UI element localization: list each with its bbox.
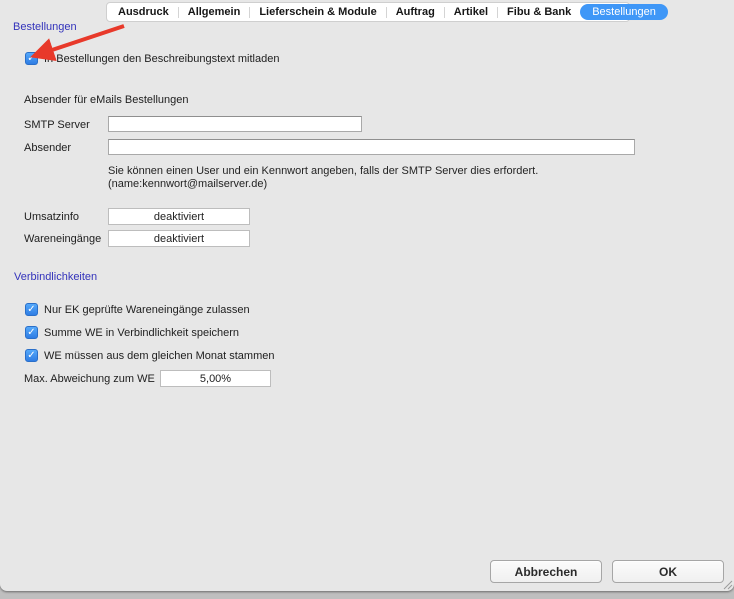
resize-grip-icon[interactable]: [722, 579, 733, 590]
checkbox-row-summe-we[interactable]: ✓ Summe WE in Verbindlichkeit speichern: [25, 326, 239, 339]
checkbox-checked-icon[interactable]: ✓: [25, 349, 38, 362]
max-abweichung-value-field[interactable]: 5,00%: [160, 370, 271, 387]
smtp-hint-line2: (name:kennwort@mailserver.de): [108, 178, 267, 191]
tab-allgemein[interactable]: Allgemein: [179, 6, 250, 18]
umsatzinfo-value-field[interactable]: deaktiviert: [108, 208, 250, 225]
section-header-bestellungen: Bestellungen: [13, 21, 77, 33]
absender-label: Absender: [24, 142, 71, 154]
checkbox-checked-icon[interactable]: ✓: [25, 326, 38, 339]
smtp-server-input[interactable]: [108, 116, 362, 132]
smtp-server-label: SMTP Server: [24, 119, 90, 131]
checkbox-checked-icon[interactable]: ✓: [25, 52, 38, 65]
tab-ausdruck[interactable]: Ausdruck: [109, 6, 178, 18]
section-header-verbindlichkeiten: Verbindlichkeiten: [14, 271, 97, 283]
tab-bar: Ausdruck Allgemein Lieferschein & Module…: [106, 2, 630, 22]
ok-button[interactable]: OK: [612, 560, 724, 583]
checkbox-checked-icon[interactable]: ✓: [25, 303, 38, 316]
tab-artikel[interactable]: Artikel: [445, 6, 497, 18]
smtp-hint-line1: Sie können einen User und ein Kennwort a…: [108, 165, 538, 178]
checkbox-label: In Bestellungen den Beschreibungstext mi…: [44, 53, 279, 65]
checkbox-row-beschreibungstext[interactable]: ✓ In Bestellungen den Beschreibungstext …: [25, 52, 279, 65]
cancel-button[interactable]: Abbrechen: [490, 560, 602, 583]
max-abweichung-label: Max. Abweichung zum WE: [24, 373, 155, 385]
checkbox-row-nur-ek[interactable]: ✓ Nur EK geprüfte Wareneingänge zulassen: [25, 303, 250, 316]
tab-lieferschein-module[interactable]: Lieferschein & Module: [250, 6, 385, 18]
absender-input[interactable]: [108, 139, 635, 155]
checkbox-row-we-monat[interactable]: ✓ WE müssen aus dem gleichen Monat stamm…: [25, 349, 275, 362]
tab-bestellungen-selected[interactable]: Bestellungen: [580, 4, 668, 20]
umsatzinfo-label: Umsatzinfo: [24, 211, 79, 223]
wareneingaenge-value-field[interactable]: deaktiviert: [108, 230, 250, 247]
checkbox-label: WE müssen aus dem gleichen Monat stammen: [44, 350, 275, 362]
tab-auftrag[interactable]: Auftrag: [387, 6, 444, 18]
preferences-window: Ausdruck Allgemein Lieferschein & Module…: [0, 0, 734, 591]
tab-fibu-bank[interactable]: Fibu & Bank: [498, 6, 580, 18]
wareneingaenge-label: Wareneingänge: [24, 233, 101, 245]
checkbox-label: Summe WE in Verbindlichkeit speichern: [44, 327, 239, 339]
checkbox-label: Nur EK geprüfte Wareneingänge zulassen: [44, 304, 250, 316]
absender-section-title: Absender für eMails Bestellungen: [24, 94, 188, 106]
